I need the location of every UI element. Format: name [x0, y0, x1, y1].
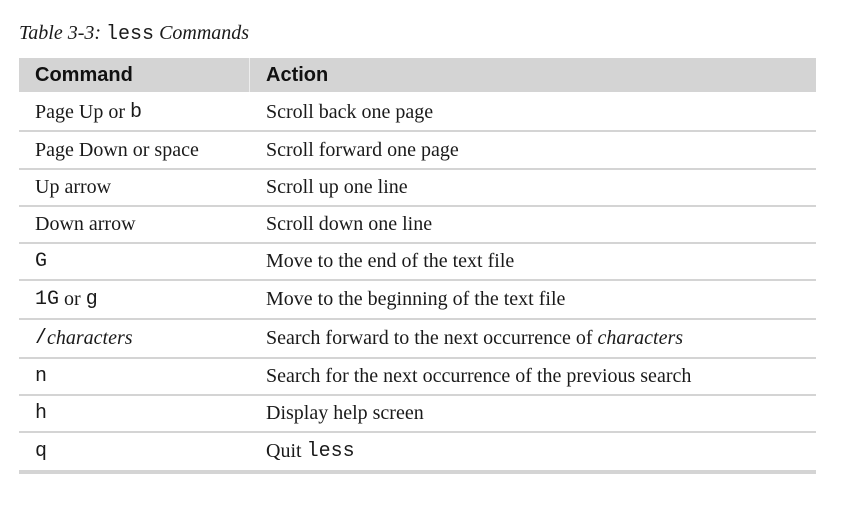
command-cell: G [19, 244, 250, 279]
action-text: less [306, 440, 355, 463]
command-text: / [35, 327, 48, 350]
table-row: Down arrow Scroll down one line [19, 207, 816, 244]
command-cell: Page Down or space [19, 132, 250, 168]
table-row: h Display help screen [19, 396, 816, 433]
action-cell: Display help screen [250, 396, 816, 431]
table-row: q Quit less [19, 433, 816, 472]
command-text: b [129, 100, 142, 124]
action-text: Display help screen [266, 402, 424, 424]
table-row: 1G or g Move to the beginning of the text… [19, 281, 816, 320]
command-text: h [35, 402, 48, 425]
command-text: characters [47, 327, 133, 349]
caption-suffix: Commands [154, 22, 250, 44]
table-caption: Table 3-3: less Commands [19, 20, 249, 48]
command-text: q [35, 440, 48, 463]
table-header-row: Command Action [19, 58, 816, 94]
header-command: Command [19, 58, 250, 92]
action-cell: Search forward to the next occurrence of… [250, 320, 816, 357]
action-cell: Scroll down one line [250, 207, 816, 242]
command-cell: h [19, 396, 250, 431]
caption-prefix: Table 3-3: [19, 22, 107, 44]
table-row: Page Down or space Scroll forward one pag… [19, 132, 816, 170]
command-cell: Page Up or b [19, 94, 250, 130]
table-body: Page Up or b Scroll back one page Page Dow… [19, 94, 816, 472]
action-text: Scroll back one page [266, 100, 434, 123]
command-cell: Down arrow [19, 207, 250, 242]
action-text: Search for the next occurrence of the pr… [266, 365, 692, 387]
less-commands-table: Command Action Page Up or b Scroll back o… [19, 58, 816, 474]
action-text: Quit [266, 440, 307, 462]
caption-code: less [106, 23, 155, 46]
action-text: Search forward to the next occurrence of [266, 327, 598, 349]
table-row: G Move to the end of the text file [19, 244, 816, 281]
action-text: Scroll up one line [266, 176, 408, 198]
action-text: Move to the beginning of the text file [266, 288, 566, 310]
command-text: Page Down or space [35, 138, 199, 161]
action-cell: Scroll forward one page [250, 132, 816, 168]
action-cell: Move to the beginning of the text file [250, 281, 816, 318]
command-text: G [35, 250, 48, 273]
action-cell: Scroll back one page [250, 94, 816, 130]
action-text: characters [597, 327, 684, 349]
command-cell: q [19, 433, 250, 470]
action-cell: Quit less [250, 433, 816, 470]
command-cell: 1G or g [19, 281, 250, 318]
action-cell: Scroll up one line [250, 170, 816, 205]
command-text: Down arrow [35, 213, 136, 235]
command-cell: / characters [19, 320, 250, 357]
action-cell: Search for the next occurrence of the pr… [250, 359, 816, 394]
command-text: or [59, 288, 86, 310]
command-cell: Up arrow [19, 170, 250, 205]
action-text: Move to the end of the text file [266, 250, 515, 272]
table-row: / characters Search forward to the next oc… [19, 320, 816, 359]
command-cell: n [19, 359, 250, 394]
table-row: n Search for the next occurrence of the p… [19, 359, 816, 396]
table-row: Page Up or b Scroll back one page [19, 94, 816, 132]
table-row: Up arrow Scroll up one line [19, 170, 816, 207]
command-text: g [85, 288, 98, 311]
command-text: Up arrow [35, 176, 112, 198]
table-bottom-rule [19, 470, 816, 474]
command-text: 1G [35, 288, 60, 311]
command-text: Page Up or [35, 100, 130, 123]
action-text: Scroll down one line [266, 213, 433, 235]
action-cell: Move to the end of the text file [250, 244, 816, 279]
command-text: n [35, 365, 48, 388]
header-action: Action [266, 64, 329, 86]
action-text: Scroll forward one page [266, 138, 459, 161]
